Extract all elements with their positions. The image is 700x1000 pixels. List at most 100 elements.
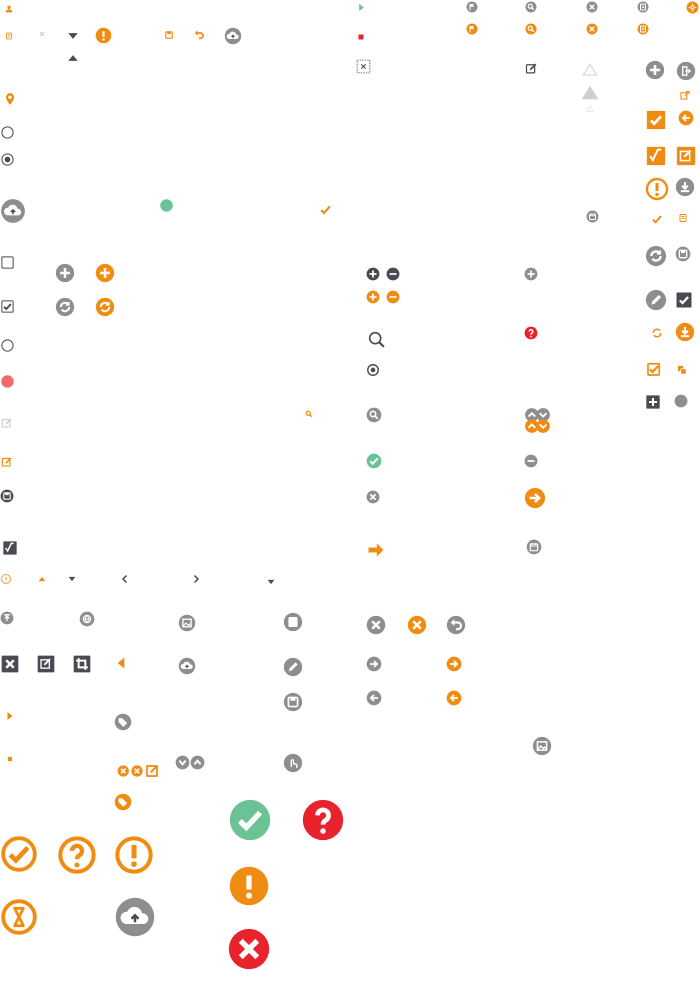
arrow-left-icon bbox=[678, 110, 694, 126]
info-icon bbox=[0, 573, 12, 585]
undo-icon bbox=[446, 615, 466, 635]
zoom-icon bbox=[366, 329, 388, 351]
export-icon bbox=[678, 88, 692, 102]
stack-icon bbox=[675, 363, 689, 377]
edit-icon bbox=[0, 416, 14, 430]
search-icon bbox=[525, 23, 537, 35]
warning-icon bbox=[228, 865, 270, 907]
checkmark-box-icon bbox=[2, 540, 18, 556]
sort-icon bbox=[175, 755, 205, 770]
arrow-right-icon bbox=[446, 656, 462, 672]
cloud-upload-icon bbox=[178, 657, 196, 675]
remove-icon bbox=[524, 454, 538, 468]
add-icon bbox=[55, 263, 75, 283]
hourglass-icon bbox=[0, 898, 38, 936]
refresh-icon bbox=[55, 297, 75, 317]
remove-icon bbox=[407, 615, 427, 635]
tag-icon bbox=[114, 793, 132, 811]
triangle-up-icon bbox=[579, 82, 601, 104]
close-icon bbox=[0, 654, 20, 674]
checkbox-checked-icon bbox=[675, 291, 693, 309]
help-icon bbox=[57, 835, 97, 875]
sort-icon bbox=[524, 407, 551, 434]
arrow-right-icon bbox=[190, 573, 202, 585]
save-icon bbox=[4, 31, 14, 41]
disk-icon bbox=[0, 489, 14, 503]
document-icon bbox=[637, 1, 649, 13]
edit-icon bbox=[36, 654, 56, 674]
arrow-right-icon bbox=[366, 656, 382, 672]
undo-icon bbox=[191, 27, 207, 43]
download-icon bbox=[675, 322, 695, 342]
calendar-icon bbox=[586, 210, 599, 223]
refresh-icon bbox=[95, 297, 115, 317]
checkbox-checked-icon bbox=[0, 299, 15, 314]
add-icon bbox=[645, 394, 661, 410]
arrow-left-icon bbox=[446, 690, 462, 706]
checkmark-icon bbox=[650, 212, 664, 226]
user-icon bbox=[4, 4, 14, 14]
check-icon bbox=[318, 202, 333, 217]
remove-icon bbox=[386, 267, 400, 281]
status-ok-icon bbox=[228, 798, 272, 842]
radio-empty-icon bbox=[0, 125, 15, 140]
edit-icon bbox=[524, 61, 539, 76]
edit-icon bbox=[675, 145, 697, 167]
remove-icon bbox=[366, 615, 386, 635]
map-marker-icon bbox=[3, 92, 17, 106]
crop-icon bbox=[645, 245, 667, 267]
remove-icon bbox=[586, 1, 598, 13]
arrow-left-icon bbox=[113, 655, 129, 671]
close-icon bbox=[37, 29, 47, 39]
caret-up-icon bbox=[66, 51, 80, 65]
cloud-upload-icon bbox=[114, 896, 156, 938]
add-icon bbox=[366, 290, 380, 304]
search-icon bbox=[525, 1, 537, 13]
check-icon bbox=[645, 360, 663, 378]
close-box-icon bbox=[355, 58, 372, 75]
radio-checked-icon bbox=[0, 152, 15, 167]
calendar-icon bbox=[526, 539, 542, 555]
refresh-icon bbox=[648, 324, 666, 342]
edit-icon bbox=[0, 455, 14, 469]
edit-icon bbox=[283, 657, 303, 677]
remove-icon bbox=[586, 23, 598, 35]
document-icon bbox=[637, 23, 649, 35]
radio-target-icon bbox=[366, 363, 380, 377]
caret-down-icon bbox=[266, 577, 276, 587]
save-icon bbox=[677, 212, 689, 224]
arrow-left-icon bbox=[119, 573, 131, 585]
flag-icon bbox=[466, 1, 478, 13]
globe-icon bbox=[79, 611, 95, 627]
caret-down-icon bbox=[67, 574, 77, 584]
add-icon bbox=[95, 263, 115, 283]
cloud-upload-icon bbox=[0, 198, 26, 224]
arrow-right-icon bbox=[524, 487, 546, 509]
crop-icon bbox=[72, 654, 92, 674]
add-icon bbox=[645, 60, 665, 80]
help-icon bbox=[301, 798, 345, 842]
radio-empty-icon bbox=[0, 338, 15, 353]
status-dot-icon bbox=[0, 374, 15, 389]
status-ok-icon bbox=[159, 198, 174, 213]
status-ok-icon bbox=[366, 453, 382, 469]
tap-icon bbox=[283, 753, 303, 773]
disk-icon bbox=[283, 692, 303, 712]
disk-icon bbox=[675, 246, 691, 262]
remove-icon bbox=[386, 290, 400, 304]
check-icon bbox=[645, 109, 667, 131]
add-icon bbox=[524, 267, 538, 281]
stop-icon bbox=[5, 754, 15, 764]
download-icon bbox=[675, 177, 695, 197]
settings-icon bbox=[686, 1, 699, 14]
exit-icon bbox=[676, 61, 696, 81]
image-icon bbox=[532, 736, 552, 756]
upload-icon bbox=[0, 611, 14, 625]
play-icon bbox=[356, 2, 367, 13]
caret-down-icon bbox=[66, 29, 80, 43]
search-icon bbox=[303, 408, 315, 420]
help-icon bbox=[524, 326, 538, 340]
arrow-left-icon bbox=[366, 690, 382, 706]
triangle-up-icon bbox=[580, 60, 600, 80]
edit-icon bbox=[645, 289, 667, 311]
